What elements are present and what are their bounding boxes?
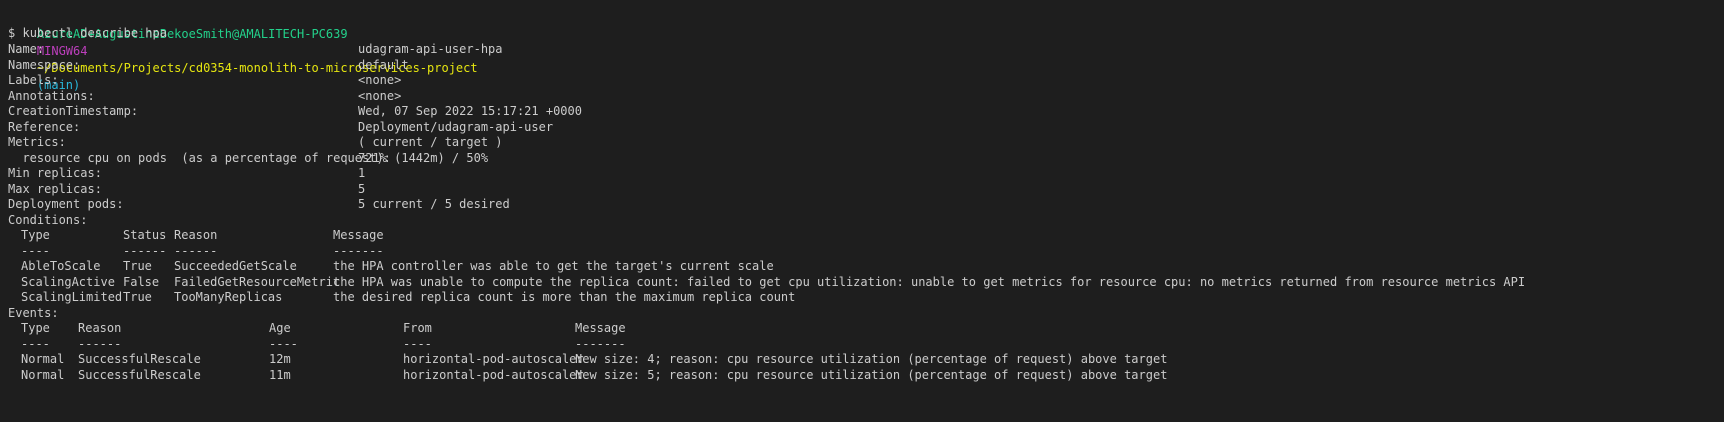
conditions-separator: ---- <box>21 243 50 258</box>
events-separator: ------- <box>575 336 626 351</box>
field-label: Labels: <box>8 73 59 87</box>
conditions-header: Type <box>21 228 50 242</box>
field-value: <none> <box>358 73 402 87</box>
field-value: 1 <box>358 166 366 180</box>
events-separator: ---- <box>269 336 298 351</box>
events-title-text: Events: <box>8 305 59 320</box>
field-label: Deployment pods: <box>8 197 124 211</box>
field-value: udagram-api-user-hpa <box>358 42 503 56</box>
events-separator: ------ <box>78 336 122 351</box>
event-cell: horizontal-pod-autoscaler <box>403 367 584 382</box>
events-separator: ---- <box>21 336 50 351</box>
condition-cell: True <box>123 259 152 273</box>
events-separator: ---- <box>403 336 432 351</box>
command-line: $ kubectl describe hpa <box>8 25 167 42</box>
condition-cell: ScalingLimited <box>21 290 123 304</box>
events-header: From <box>403 321 432 335</box>
event-cell: New size: 5; reason: cpu resource utiliz… <box>575 367 1168 382</box>
prompt-symbol: $ <box>8 26 16 40</box>
conditions-title-text: Conditions: <box>8 212 88 227</box>
field-label: Reference: <box>8 119 81 134</box>
field-value: Wed, 07 Sep 2022 15:17:21 +0000 <box>358 104 582 118</box>
field-value: Deployment/udagram-api-user <box>358 119 554 134</box>
field-value: default <box>358 57 409 72</box>
events-header: Message <box>575 321 626 335</box>
field-label: Max replicas: <box>8 181 102 196</box>
field-value: 721% (1442m) / 50% <box>358 150 489 165</box>
conditions-header: Status <box>123 228 167 242</box>
condition-cell: the HPA controller was able to get the t… <box>333 259 774 273</box>
terminal-window[interactable]: AzureAD+AugustineBekoeSmith@AMALITECH-PC… <box>0 0 1724 422</box>
condition-cell: SucceededGetScale <box>174 259 297 273</box>
conditions-separator: ------ <box>123 243 167 258</box>
field-value: <none> <box>358 88 402 103</box>
condition-cell: FailedGetResourceMetric <box>174 274 341 289</box>
command-text: kubectl describe hpa <box>22 26 167 40</box>
events-header: Type <box>21 321 50 335</box>
field-value: ( current / target ) <box>358 135 503 149</box>
condition-cell: the HPA was unable to compute the replic… <box>333 274 1526 289</box>
field-label: CreationTimestamp: <box>8 104 139 118</box>
condition-cell: False <box>123 274 160 289</box>
field-label: Min replicas: <box>8 166 102 180</box>
field-label: Name: <box>8 42 45 56</box>
condition-cell: True <box>123 290 152 304</box>
field-label: Namespace: <box>8 57 81 72</box>
event-cell: New size: 4; reason: cpu resource utiliz… <box>575 352 1168 366</box>
conditions-separator: ------- <box>333 243 384 258</box>
field-label: Annotations: <box>8 88 95 103</box>
event-cell: Normal <box>21 367 65 382</box>
conditions-header: Reason <box>174 228 218 242</box>
conditions-separator: ------ <box>174 243 218 258</box>
field-value: 5 current / 5 desired <box>358 197 510 211</box>
conditions-header: Message <box>333 228 384 242</box>
events-header: Reason <box>78 321 122 335</box>
prompt-path: ~/Documents/Projects/cd0354-monolith-to-… <box>36 61 478 75</box>
field-label: resource cpu on pods (as a percentage of… <box>8 150 391 165</box>
event-cell: SuccessfulRescale <box>78 367 201 382</box>
condition-cell: TooManyReplicas <box>174 290 283 304</box>
events-header: Age <box>269 321 291 335</box>
condition-cell: the desired replica count is more than t… <box>333 290 796 304</box>
field-label: Metrics: <box>8 135 66 149</box>
event-cell: Normal <box>21 352 65 366</box>
condition-cell: AbleToScale <box>21 259 101 273</box>
event-cell: SuccessfulRescale <box>78 352 201 366</box>
event-cell: horizontal-pod-autoscaler <box>403 352 584 366</box>
event-cell: 12m <box>269 352 291 366</box>
field-value: 5 <box>358 181 366 196</box>
event-cell: 11m <box>269 367 291 382</box>
condition-cell: ScalingActive <box>21 274 115 289</box>
shell-prompt-line: AzureAD+AugustineBekoeSmith@AMALITECH-PC… <box>8 9 478 92</box>
